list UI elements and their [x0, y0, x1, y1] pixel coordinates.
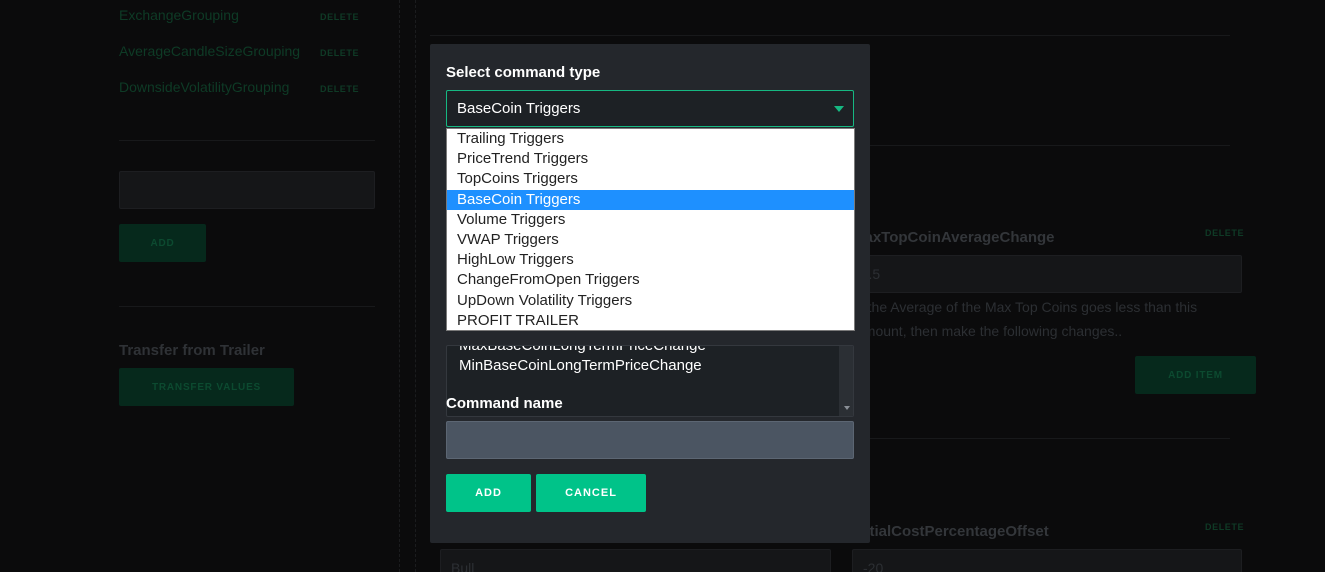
- transfer-values-button[interactable]: TRANSFER VALUES: [119, 368, 294, 406]
- divider: [119, 140, 375, 141]
- field-input[interactable]: -1.5: [852, 255, 1242, 293]
- field-delete-button[interactable]: DELETE: [1205, 228, 1244, 238]
- column-separator: [399, 0, 400, 572]
- field-input[interactable]: -20: [852, 549, 1242, 572]
- select-command-type-label: Select command type: [446, 64, 601, 81]
- dropdown-option[interactable]: TopCoins Triggers: [447, 169, 854, 189]
- divider: [119, 306, 375, 307]
- grouping-link[interactable]: DownsideVolatilityGrouping: [119, 79, 289, 95]
- dropdown-option[interactable]: Trailing Triggers: [447, 129, 854, 149]
- dropdown-option[interactable]: UpDown Volatility Triggers: [447, 291, 854, 311]
- column-separator: [415, 0, 416, 572]
- dropdown-option-selected[interactable]: BaseCoin Triggers: [447, 190, 854, 210]
- grouping-link[interactable]: ExchangeGrouping: [119, 7, 239, 23]
- field-label: MaxTopCoinAverageChange: [852, 229, 1055, 246]
- add-grouping-button[interactable]: ADD: [119, 224, 206, 262]
- command-type-selected-value: BaseCoin Triggers: [457, 100, 581, 117]
- dropdown-option[interactable]: Volume Triggers: [447, 210, 854, 230]
- field-label: InitialCostPercentageOffset: [852, 523, 1049, 540]
- command-name-label: Command name: [446, 395, 563, 412]
- list-item[interactable]: MinBaseCoinLongTermPriceChange: [459, 357, 702, 374]
- field-description: If the Average of the Max Top Coins goes…: [856, 299, 1198, 339]
- list-item[interactable]: MaxBaseCoinLongTermPriceChange: [459, 346, 706, 354]
- command-type-dropdown: Trailing Triggers PriceTrend Triggers To…: [446, 128, 855, 331]
- command-type-select[interactable]: BaseCoin Triggers: [446, 90, 854, 127]
- dropdown-option[interactable]: VWAP Triggers: [447, 230, 854, 250]
- grouping-delete-button[interactable]: DELETE: [320, 48, 359, 58]
- add-item-button[interactable]: ADD ITEM: [1135, 356, 1256, 394]
- dropdown-option[interactable]: PriceTrend Triggers: [447, 149, 854, 169]
- dropdown-option[interactable]: ChangeFromOpen Triggers: [447, 270, 854, 290]
- market-select-value: Bull: [451, 560, 475, 572]
- add-button[interactable]: ADD: [446, 474, 531, 512]
- market-select[interactable]: Bull: [440, 549, 831, 572]
- list-scrollbar[interactable]: [839, 346, 853, 416]
- divider: [870, 145, 1230, 146]
- field-delete-button[interactable]: DELETE: [1205, 522, 1244, 532]
- dropdown-option[interactable]: HighLow Triggers: [447, 250, 854, 270]
- command-name-input[interactable]: [446, 421, 854, 459]
- scroll-down-icon[interactable]: [844, 406, 850, 410]
- grouping-delete-button[interactable]: DELETE: [320, 84, 359, 94]
- field-input-value: -20: [863, 560, 884, 572]
- divider: [870, 438, 1230, 439]
- dropdown-option[interactable]: PROFIT TRAILER: [447, 311, 854, 331]
- transfer-title: Transfer from Trailer: [119, 342, 265, 359]
- cancel-button[interactable]: CANCEL: [536, 474, 646, 512]
- grouping-name-input[interactable]: [119, 171, 375, 209]
- chevron-down-icon: [834, 106, 844, 112]
- divider: [430, 35, 1230, 36]
- grouping-delete-button[interactable]: DELETE: [320, 12, 359, 22]
- grouping-link[interactable]: AverageCandleSizeGrouping: [119, 43, 300, 59]
